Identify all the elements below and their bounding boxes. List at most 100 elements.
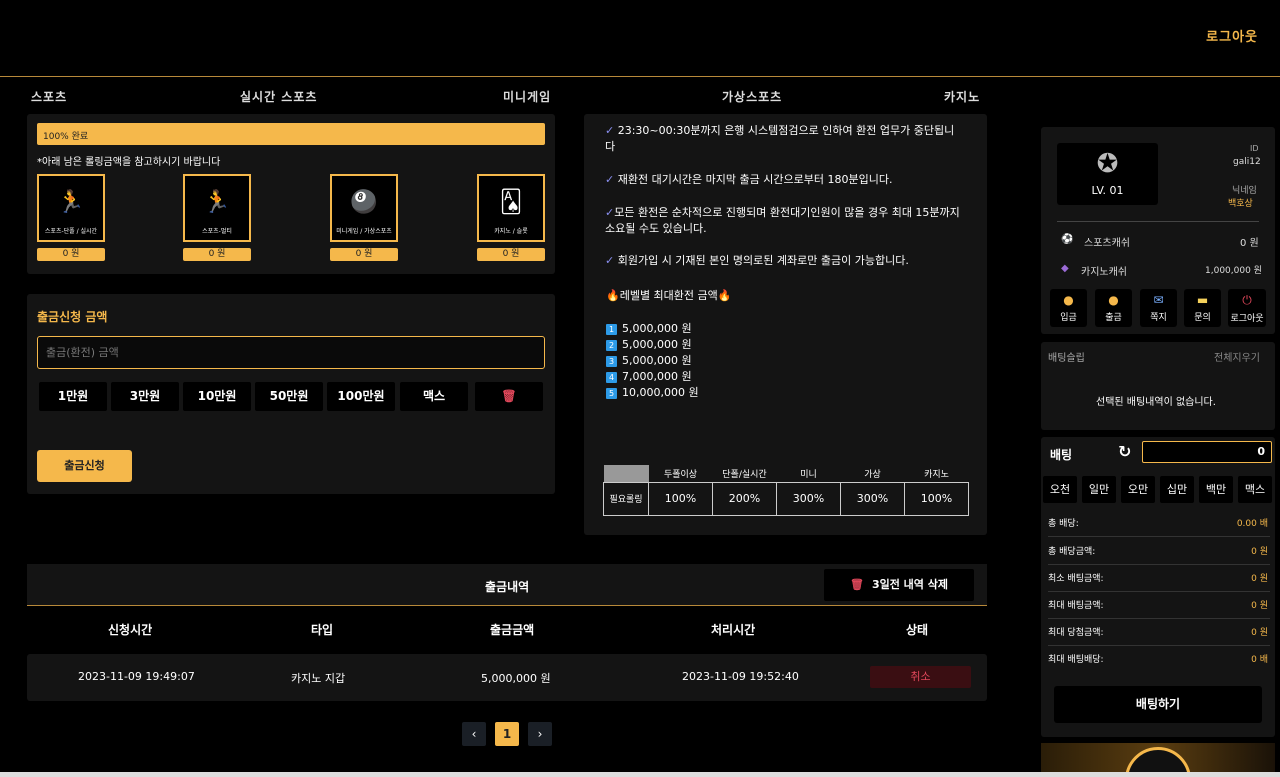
betslip-empty-message: 선택된 배팅내역이 없습니다. xyxy=(1096,397,1216,408)
chip-10k-button[interactable]: 일만 xyxy=(1082,476,1116,503)
runner-icon: 🏃 xyxy=(203,190,231,215)
browser-scrollbar xyxy=(0,772,1280,777)
info-line: ✓모든 환전은 순차적으로 진행되며 환전대기인원이 많을 경우 최대 15분까… xyxy=(605,206,960,235)
wallet-amount: 0 원 xyxy=(37,248,105,261)
chip-1m-button[interactable]: 백만 xyxy=(1199,476,1233,503)
check-icon: ✓ xyxy=(605,124,615,137)
summary-row: 총 배당: 0.00 배 xyxy=(1048,511,1270,537)
table-header: 가상 xyxy=(864,469,881,480)
check-icon: ✓ xyxy=(605,206,615,219)
wallet-casino[interactable]: 🂡 카지노 / 슬롯 xyxy=(477,174,545,242)
wallet-label: 카지노 / 슬롯 xyxy=(494,228,528,235)
table-header: 카지노 xyxy=(924,469,949,480)
amount-100k-button[interactable]: 10만원 xyxy=(183,382,251,411)
summary-row: 최대 당첨금액: 0 원 xyxy=(1048,620,1270,646)
check-icon: ✓ xyxy=(605,173,615,186)
level-row: 5 10,000,000 원 xyxy=(606,384,699,400)
status-badge: 취소 xyxy=(870,666,971,688)
withdraw-amount: 5,000,000 원 xyxy=(481,672,551,685)
power-icon: ⏻ xyxy=(1242,293,1252,307)
table-row-label: 필요롤링 xyxy=(603,481,649,516)
casino-chip-icon: ◆ xyxy=(1061,263,1069,274)
withdraw-title: 출금신청 금액 xyxy=(37,310,108,324)
chip-100k-button[interactable]: 십만 xyxy=(1160,476,1194,503)
user-level: LV. 01 xyxy=(1091,184,1124,197)
column-header: 처리시간 xyxy=(711,623,756,637)
processed-time: 2023-11-09 19:52:40 xyxy=(682,670,799,683)
withdraw-type: 카지노 지갑 xyxy=(291,672,346,685)
sports-cash-label: 스포츠캐쉬 xyxy=(1084,238,1130,249)
level-badge: ✪ LV. 01 xyxy=(1057,143,1158,205)
promo-banner[interactable] xyxy=(1041,743,1275,772)
withdraw-amount-input[interactable] xyxy=(37,336,545,369)
amount-max-button[interactable]: 맥스 xyxy=(400,382,468,411)
summary-row: 최소 배팅금액: 0 원 xyxy=(1048,566,1270,592)
table-cell: 100% xyxy=(904,481,969,516)
deposit-icon: ● xyxy=(1063,293,1074,307)
place-bet-button[interactable]: 배팅하기 xyxy=(1054,686,1262,723)
wallet-sports-multi[interactable]: 🏃 스포츠-멀티 xyxy=(183,174,251,242)
message-icon: ✉ xyxy=(1153,293,1164,307)
amount-10k-button[interactable]: 1만원 xyxy=(39,382,107,411)
history-title: 출금내역 xyxy=(485,580,530,594)
deposit-button[interactable]: ● 입금 xyxy=(1050,289,1087,327)
wallet-amount: 0 원 xyxy=(477,248,545,261)
top-bar: 로그아웃 xyxy=(0,0,1280,77)
inquiry-button[interactable]: ▬ 문의 xyxy=(1184,289,1221,327)
wallet-label: 스포츠-단폴 / 실시간 xyxy=(44,228,98,235)
wallet-sports-single[interactable]: 🏃 스포츠-단폴 / 실시간 xyxy=(37,174,105,242)
summary-row: 최대 배팅배당: 0 배 xyxy=(1048,655,1268,665)
table-header: 단폴/실시간 xyxy=(722,469,767,480)
sports-cash-value: 0 원 xyxy=(1240,238,1259,249)
level-title: 🔥레벨별 최대환전 금액🔥 xyxy=(606,289,732,302)
casino-cash-label: 카지노캐쉬 xyxy=(1081,267,1127,278)
level-row: 3 5,000,000 원 xyxy=(606,352,692,368)
amount-30k-button[interactable]: 3만원 xyxy=(111,382,179,411)
rolling-requirement-table: 두폴이상 단폴/실시간 미니 가상 카지노 필요롤링 100% 200% 300… xyxy=(603,465,969,516)
message-button[interactable]: ✉ 쪽지 xyxy=(1140,289,1177,327)
prev-page-button[interactable]: ‹ xyxy=(462,722,486,746)
nav-virtual-sports[interactable]: 가상스포츠 xyxy=(722,88,782,105)
level-row: 2 5,000,000 원 xyxy=(606,336,692,352)
amount-500k-button[interactable]: 50만원 xyxy=(255,382,323,411)
check-icon: ✓ xyxy=(605,254,615,267)
nav-sports[interactable]: 스포츠 xyxy=(31,88,67,105)
bet-amount-input[interactable]: 0 xyxy=(1142,441,1272,463)
level-row: 4 7,000,000 원 xyxy=(606,368,692,384)
amount-1m-button[interactable]: 100만원 xyxy=(327,382,395,411)
table-cell: 300% xyxy=(840,481,905,516)
column-header: 출금금액 xyxy=(490,623,535,637)
betslip-title: 배팅슬립 xyxy=(1048,353,1085,364)
table-cell: 100% xyxy=(648,481,713,516)
clear-amount-button[interactable]: 🗑 xyxy=(475,382,543,411)
refresh-icon[interactable]: ↻ xyxy=(1118,442,1131,461)
table-corner xyxy=(603,465,649,482)
fire-icon: 🔥 xyxy=(606,289,620,302)
user-nickname: 백호상 xyxy=(1228,199,1253,209)
chip-50k-button[interactable]: 오만 xyxy=(1121,476,1155,503)
clear-all-link[interactable]: 전체지우기 xyxy=(1214,349,1260,364)
user-id: gali12 xyxy=(1233,157,1261,167)
bet-label: 배팅 xyxy=(1050,448,1073,462)
withdraw-submit-button[interactable]: 출금신청 xyxy=(37,450,132,482)
table-cell: 200% xyxy=(712,481,777,516)
table-header: 미니 xyxy=(800,469,817,480)
withdraw-button[interactable]: ● 출금 xyxy=(1095,289,1132,327)
chip-max-button[interactable]: 맥스 xyxy=(1238,476,1272,503)
nickname-label: 닉네임 xyxy=(1232,186,1257,196)
nav-minigame[interactable]: 미니게임 xyxy=(503,88,551,105)
wallet-label: 미니게임 / 가상스포츠 xyxy=(336,228,392,235)
wallet-minigame[interactable]: 🎱 미니게임 / 가상스포츠 xyxy=(330,174,398,242)
nav-casino[interactable]: 카지노 xyxy=(944,88,980,105)
nav-live-sports[interactable]: 실시간 스포츠 xyxy=(240,88,317,105)
next-page-button[interactable]: › xyxy=(528,722,552,746)
level-emblem-icon: ✪ xyxy=(1096,149,1119,179)
chip-5k-button[interactable]: 오천 xyxy=(1043,476,1077,503)
page-1-button[interactable]: 1 xyxy=(495,722,519,746)
table-cell: 300% xyxy=(776,481,841,516)
trash-icon: 🗑 xyxy=(501,389,517,403)
logout-link[interactable]: 로그아웃 xyxy=(1206,26,1258,45)
delete-history-button[interactable]: 🗑 3일전 내역 삭제 xyxy=(824,569,974,601)
rolling-notice: *아래 남은 롤링금액을 참고하시기 바랍니다 xyxy=(37,157,221,168)
logout-button[interactable]: ⏻ 로그아웃 xyxy=(1228,289,1266,327)
